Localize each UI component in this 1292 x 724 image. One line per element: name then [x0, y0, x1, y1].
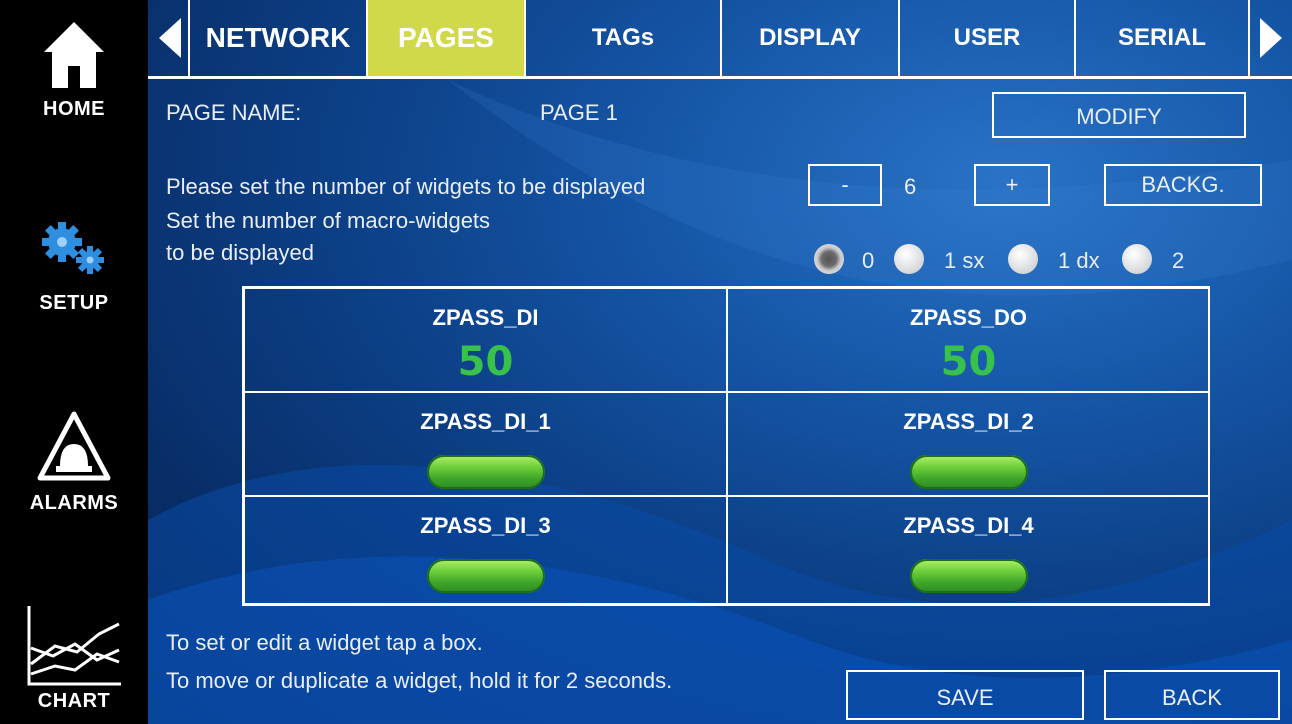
widget-cell[interactable]: ZPASS_DI 50 [244, 288, 727, 392]
widget-grid: ZPASS_DI 50 ZPASS_DO 50 ZPASS_DI_1 ZPASS… [242, 286, 1210, 606]
decrease-button[interactable]: - [808, 164, 882, 206]
tab-bar: NETWORK PAGES TAGs DISPLAY USER SERIAL [148, 0, 1292, 79]
tab-display-label: DISPLAY [759, 24, 861, 51]
minus-label: - [841, 172, 849, 197]
macro-text-line1: Set the number of macro-widgets [166, 208, 491, 233]
tab-user-label: USER [953, 24, 1021, 51]
tab-tags-label: TAGs [591, 24, 655, 51]
widget-title: ZPASS_DI [432, 305, 539, 330]
modify-button[interactable]: MODIFY [992, 92, 1246, 138]
tab-scroll-right[interactable] [1252, 0, 1290, 76]
tab-scroll-left[interactable] [152, 0, 188, 76]
tab-pages[interactable]: PAGES [368, 0, 526, 76]
main-panel: NETWORK PAGES TAGs DISPLAY USER SERIAL P… [148, 0, 1292, 724]
alarms-label: ALARMS [29, 492, 119, 514]
save-label: SAVE [936, 685, 994, 710]
widget-cell[interactable]: ZPASS_DI_3 [244, 496, 727, 604]
widget-cell[interactable]: ZPASS_DI_2 [727, 392, 1210, 496]
macro-radio-0-label: 0 [862, 248, 875, 273]
hint-move: To move or duplicate a widget, hold it f… [166, 668, 673, 693]
back-label: BACK [1162, 685, 1222, 710]
widget-title: ZPASS_DO [910, 305, 1027, 330]
sidebar: HOME SETUP ALARMS CHART [0, 0, 148, 724]
widget-value: 50 [940, 339, 997, 385]
macro-radio-2-label: 2 [1172, 248, 1185, 273]
tab-underline [148, 76, 1292, 79]
macro-radio-1sx-label: 1 sx [944, 248, 985, 273]
setup-button[interactable]: SETUP [0, 218, 148, 315]
led-indicator [426, 455, 545, 489]
arrow-left-icon [159, 18, 181, 58]
hint-edit: To set or edit a widget tap a box. [166, 630, 483, 655]
widget-cell[interactable]: ZPASS_DI_4 [727, 496, 1210, 604]
tab-tags[interactable]: TAGs [526, 0, 722, 76]
led-indicator [909, 559, 1028, 593]
save-button[interactable]: SAVE [846, 670, 1084, 720]
widgets-count-value: 6 [904, 174, 917, 199]
home-label: HOME [43, 98, 105, 120]
macro-radio-2[interactable] [1122, 244, 1152, 274]
widget-value: 50 [457, 339, 514, 385]
macro-radio-1dx-label: 1 dx [1058, 248, 1100, 273]
tab-display[interactable]: DISPLAY [722, 0, 900, 76]
tab-user[interactable]: USER [900, 0, 1076, 76]
home-icon [44, 22, 104, 88]
plus-label: + [1005, 172, 1019, 197]
gears-icon [42, 222, 104, 274]
background-button[interactable]: BACKG. [1104, 164, 1262, 206]
arrow-right-icon [1260, 18, 1282, 58]
widget-title: ZPASS_DI_1 [420, 409, 551, 434]
tab-network[interactable]: NETWORK [188, 0, 368, 76]
widget-cell[interactable]: ZPASS_DI_1 [244, 392, 727, 496]
widget-cell[interactable]: ZPASS_DO 50 [727, 288, 1210, 392]
widget-title: ZPASS_DI_2 [903, 409, 1034, 434]
alarms-button[interactable]: ALARMS [0, 410, 148, 515]
page-name-value: PAGE 1 [540, 100, 618, 125]
backg-label: BACKG. [1141, 172, 1225, 197]
widgets-count-text: Please set the number of widgets to be d… [166, 174, 646, 199]
chart-label: CHART [37, 690, 111, 712]
home-button[interactable]: HOME [0, 18, 148, 121]
macro-radio-1dx[interactable] [1008, 244, 1038, 274]
led-indicator [426, 559, 545, 593]
widget-title: ZPASS_DI_3 [420, 513, 551, 538]
modify-label: MODIFY [1076, 104, 1162, 129]
macro-radio-1sx[interactable] [894, 244, 924, 274]
page-name-label: PAGE NAME: [166, 100, 302, 125]
tab-serial[interactable]: SERIAL [1076, 0, 1250, 76]
alarm-icon [37, 411, 111, 481]
setup-label: SETUP [39, 292, 109, 314]
tab-serial-label: SERIAL [1117, 24, 1206, 51]
led-indicator [909, 455, 1028, 489]
tab-pages-label: PAGES [398, 22, 494, 53]
macro-radio-0[interactable] [814, 244, 844, 274]
macro-text-line2: to be displayed [166, 240, 314, 265]
chart-icon [27, 606, 121, 686]
widget-title: ZPASS_DI_4 [903, 513, 1034, 538]
back-button[interactable]: BACK [1104, 670, 1280, 720]
increase-button[interactable]: + [974, 164, 1050, 206]
chart-button[interactable]: CHART [0, 604, 148, 713]
tab-network-label: NETWORK [205, 22, 351, 53]
